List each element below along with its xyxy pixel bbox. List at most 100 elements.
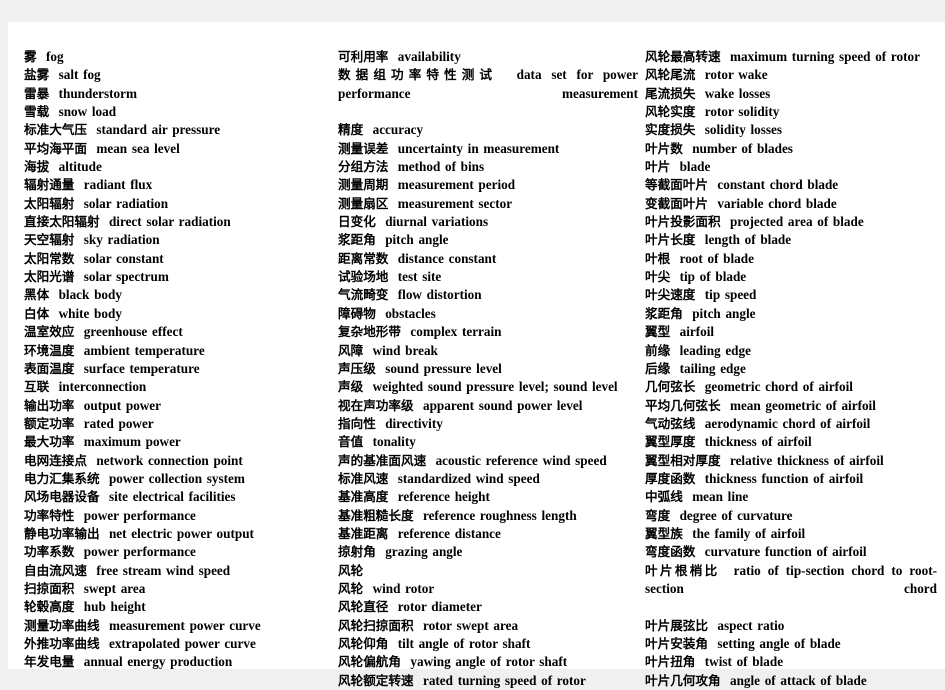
glossary-term-en: thickness function of airfoil [704,470,864,486]
glossary-entry: 翼型 airfoil [645,323,937,341]
glossary-term-zh: 叶根 [645,250,671,266]
glossary-term-en: degree of curvature [679,507,793,523]
glossary-term-en: flow distortion [397,287,482,303]
glossary-entry: 翼型相对厚度 relative thickness of airfoil [645,452,937,470]
glossary-term-zh: 风轮 [338,580,364,596]
glossary-term-zh: 基准高度 [338,489,389,505]
glossary-term-en: network connection point [96,452,243,468]
glossary-entry: 额定功率 rated power [24,415,324,433]
glossary-term-zh: 叶片 [645,159,671,175]
glossary-term-zh: 叶片数 [645,140,683,156]
glossary-term-zh: 最大功率 [24,434,75,450]
glossary-term-en: surface temperature [83,360,200,376]
glossary-term-zh: 自由流风速 [24,562,87,578]
glossary-entry: 风轮直径 rotor diameter [338,598,638,616]
glossary-entry: 电网连接点 network connection point [24,452,324,470]
glossary-entry: 叶片投影面积 projected area of blade [645,213,937,231]
glossary-term-zh: 数据组功率特性测试 [338,67,498,83]
glossary-term-en: white body [58,305,122,321]
glossary-term-en: maximum turning speed of rotor [729,49,920,64]
glossary-entry: 外推功率曲线 extrapolated power curve [24,635,324,653]
glossary-term-zh: 声压级 [338,360,376,376]
glossary-term-zh: 基准距离 [338,525,389,541]
glossary-term-zh: 白体 [24,305,50,321]
glossary-entry: 叶片 blade [645,158,937,176]
glossary-term-zh: 测量误差 [338,140,389,156]
glossary-term-zh: 浆距角 [338,232,376,248]
glossary-term-en: aerodynamic chord of airfoil [704,415,871,431]
glossary-entry: 电力汇集系统 power collection system [24,470,324,488]
glossary-term-en: net electric power output [108,525,254,541]
glossary-term-en: angle of attack of blade [729,672,867,688]
glossary-entry: 海拔 altitude [24,158,324,176]
glossary-term-zh: 风轮尾流 [645,67,696,83]
glossary-term-zh: 后缘 [645,360,671,376]
glossary-entry: 叶片根梢比 ratio of tip-section chord to root… [645,562,937,617]
glossary-term-en: setting angle of blade [717,636,841,651]
glossary-entry: 叶片长度 length of blade [645,231,937,249]
glossary-entry: 轮毂高度 hub height [24,598,324,616]
glossary-term-en: swept area [83,580,146,596]
glossary-entry: 气动弦线 aerodynamic chord of airfoil [645,415,937,433]
glossary-entry: 最大功率 maximum power [24,433,324,451]
glossary-term-zh: 天空辐射 [24,232,75,248]
glossary-term-zh: 等截面叶片 [645,177,708,193]
glossary-term-en: salt fog [58,67,101,83]
glossary-entry: 指向性 directivity [338,415,638,433]
glossary-entry: 风轮尾流 rotor wake [645,66,937,84]
glossary-term-zh: 太阳辐射 [24,195,75,211]
glossary-term-zh: 盐雾 [24,67,50,83]
glossary-term-zh: 风障 [338,342,364,358]
glossary-term-en: power performance [83,507,196,523]
glossary-term-zh: 日变化 [338,214,376,230]
glossary-term-en: airfoil [679,324,715,340]
glossary-term-en: wind break [372,342,438,358]
glossary-term-en: measurement sector [397,195,513,211]
glossary-term-en: twist of blade [704,654,784,670]
glossary-term-en: variable chord blade [717,195,837,211]
glossary-term-zh: 气动弦线 [645,415,696,431]
glossary-term-zh: 风轮额定转速 [338,672,414,688]
glossary-term-en: geometric chord of airfoil [704,379,853,395]
glossary-entry: 日变化 diurnal variations [338,213,638,231]
glossary-entry: 视在声功率级 apparent sound power level [338,397,638,415]
glossary-term-zh: 声的基准面风速 [338,452,427,468]
glossary-entry: 复杂地形带 complex terrain [338,323,638,341]
glossary-term-zh: 额定功率 [24,415,75,431]
glossary-entry: 互联 interconnection [24,378,324,396]
glossary-term-en: standardized wind speed [397,470,540,486]
glossary-term-en: wind rotor [372,580,435,596]
glossary-term-zh: 环境温度 [24,342,75,358]
glossary-entry: 黑体 black body [24,286,324,304]
glossary-entry: 辐射通量 radiant flux [24,176,324,194]
glossary-term-en: fog [46,49,64,64]
glossary-entry: 障碍物 obstacles [338,305,638,323]
glossary-term-en: standard air pressure [96,122,221,138]
glossary-entry: 叶片展弦比 aspect ratio [645,617,937,635]
glossary-term-zh: 距离常数 [338,250,389,266]
glossary-entry: 风轮扫掠面积 rotor swept area [338,617,638,635]
glossary-term-zh: 年发电量 [24,654,75,670]
glossary-term-zh: 精度 [338,122,364,138]
glossary-term-en: acoustic reference wind speed [435,452,607,468]
glossary-term-en: mean sea level [96,140,180,156]
glossary-term-zh: 叶片长度 [645,232,696,248]
glossary-term-zh: 指向性 [338,415,376,431]
glossary-term-zh: 厚度函数 [645,470,696,486]
glossary-term-en: rotor wake [704,67,768,83]
glossary-term-zh: 风轮仰角 [338,636,389,651]
glossary-entry: 叶片数 number of blades [645,140,937,158]
glossary-entry: 温室效应 greenhouse effect [24,323,324,341]
glossary-term-zh: 弯度 [645,507,671,523]
glossary-entry: 表面温度 surface temperature [24,360,324,378]
glossary-term-zh: 太阳光谱 [24,269,75,285]
glossary-term-zh: 直接太阳辐射 [24,214,100,230]
glossary-term-zh: 可利用率 [338,49,389,64]
glossary-entry: 浆距角 pitch angle [645,305,937,323]
glossary-term-zh: 互联 [24,379,50,395]
glossary-entry: 雷暴 thunderstorm [24,85,324,103]
glossary-entry: 风轮实度 rotor solidity [645,103,937,121]
glossary-term-en: maximum power [83,434,181,450]
glossary-term-zh: 声级 [338,379,364,395]
glossary-entry: 太阳辐射 solar radiation [24,195,324,213]
